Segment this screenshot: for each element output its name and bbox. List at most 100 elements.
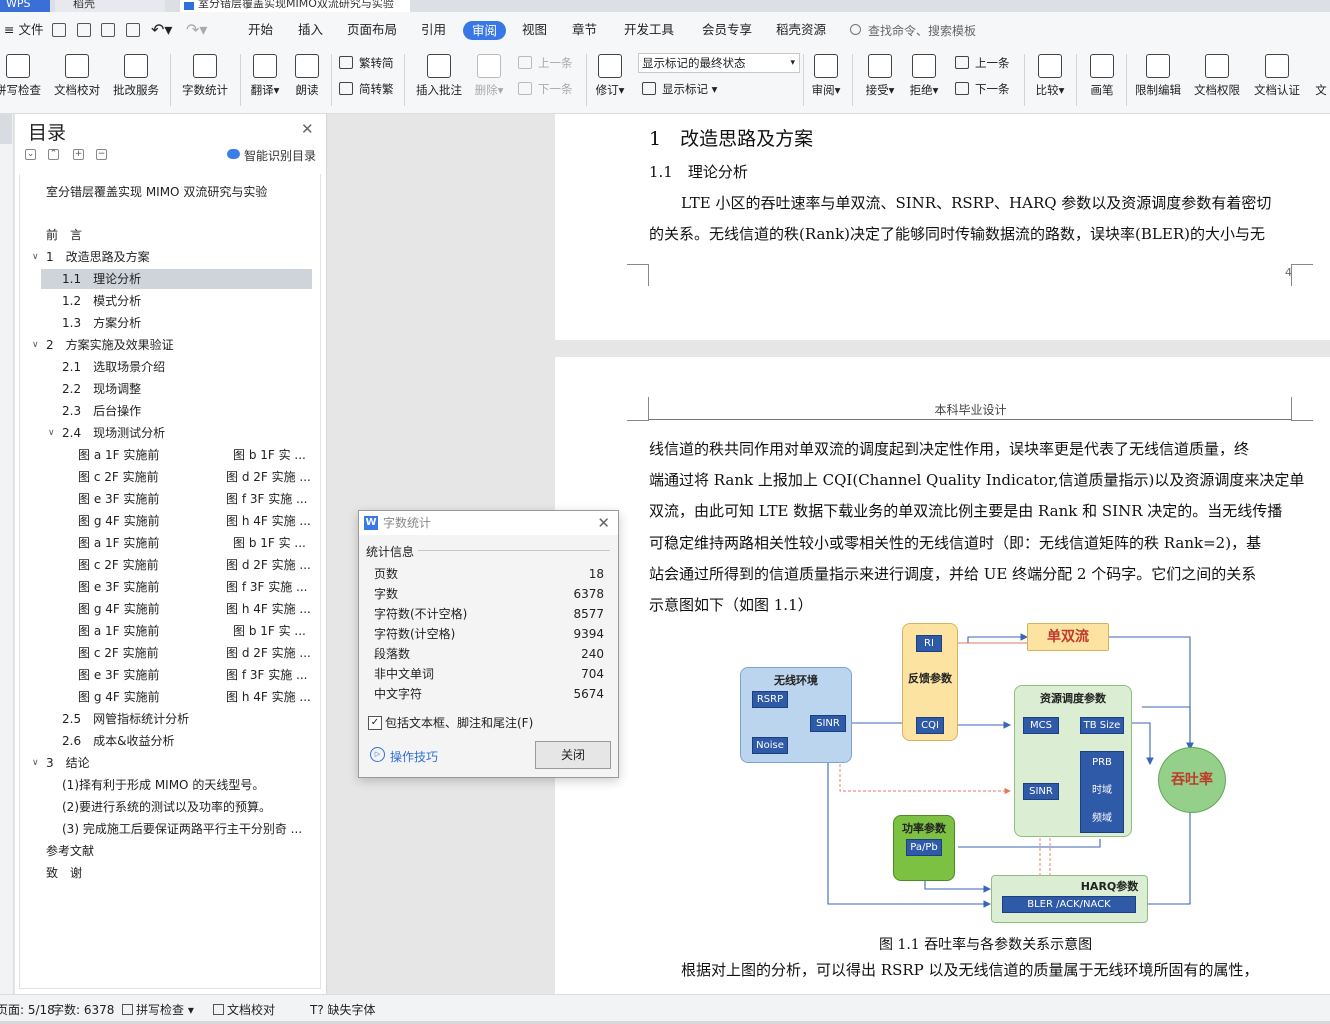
read-aloud-button[interactable]: 朗读 xyxy=(288,48,326,114)
tab-home[interactable]: 开始 xyxy=(248,12,273,48)
toc-item[interactable]: 1.3 方案分析 xyxy=(62,313,141,333)
spell-check-status[interactable]: 拼写检查 ▾ xyxy=(122,1001,194,1018)
close-button[interactable]: 关闭 xyxy=(535,741,611,769)
toc-item[interactable]: (3) 完成施工后要保证两路平行主干分别奇 ... xyxy=(62,819,302,839)
close-icon[interactable]: ✕ xyxy=(597,511,610,535)
toc-figure-item[interactable]: 图 e 3F 实施前 xyxy=(78,489,159,509)
word-count-dialog[interactable]: W 字数统计 ✕ 统计信息 页数 18 字数 6378 字符数(不计空格) 8577 字符数… xyxy=(358,510,619,778)
toc-figure-item[interactable]: 图 b 1F 实 ... xyxy=(233,445,306,465)
toc-figure-item[interactable]: 图 a 1F 实施前 xyxy=(78,533,159,553)
doc-more-button[interactable]: 文 xyxy=(1310,48,1330,114)
tab-references[interactable]: 引用 xyxy=(421,12,446,48)
toc-item[interactable]: 2.1 选取场景介绍 xyxy=(62,357,165,377)
tab-review[interactable]: 审阅 xyxy=(463,21,507,40)
toc-figure-item[interactable]: 图 d 2F 实施 ... xyxy=(226,643,311,663)
next-comment-button[interactable]: 下一条 xyxy=(518,81,573,97)
restrict-editing-button[interactable]: 限制编辑 xyxy=(1131,48,1185,114)
spell-check-button[interactable]: 拼写检查 xyxy=(0,48,42,114)
toc-item[interactable]: 2.3 后台操作 xyxy=(62,401,141,421)
tab-docer-resources[interactable]: 稻壳资源 xyxy=(776,12,826,48)
tab-view[interactable]: 视图 xyxy=(522,12,547,48)
chevron-down-icon[interactable]: ∨ xyxy=(48,423,55,443)
page-indicator[interactable]: 页面: 5/18 xyxy=(0,1001,55,1018)
remove-heading-icon[interactable]: − xyxy=(96,149,107,160)
add-heading-icon[interactable]: + xyxy=(73,149,84,160)
toc-figure-item[interactable]: 图 f 3F 实施 ... xyxy=(226,665,307,685)
toc-figure-item[interactable]: 图 b 1F 实 ... xyxy=(233,621,306,641)
track-changes-button[interactable]: 修订▾ xyxy=(591,48,629,114)
include-textboxes-checkbox[interactable]: 包括文本框、脚注和尾注(F) xyxy=(368,716,533,730)
toc-item[interactable]: 2.2 现场调整 xyxy=(62,379,141,399)
prev-comment-button[interactable]: 上一条 xyxy=(518,55,573,71)
tab-developer[interactable]: 开发工具 xyxy=(624,12,674,48)
toc-figure-item[interactable]: 图 c 2F 实施前 xyxy=(78,643,159,663)
chevron-down-icon[interactable]: ∨ xyxy=(32,335,39,355)
file-menu[interactable]: ≡ 文件 xyxy=(4,12,43,48)
grading-service-button[interactable]: 批改服务 xyxy=(108,48,164,114)
toc-item[interactable]: 前 言 xyxy=(46,225,82,245)
proofread-status[interactable]: 文档校对 xyxy=(213,1001,275,1018)
toc-figure-item[interactable]: 图 d 2F 实施 ... xyxy=(226,467,311,487)
review-pane-button[interactable]: 审阅▾ xyxy=(806,48,846,114)
tab-section[interactable]: 章节 xyxy=(572,12,597,48)
tab-insert[interactable]: 插入 xyxy=(298,12,323,48)
tab-layout[interactable]: 页面布局 xyxy=(347,12,397,48)
toc-item[interactable]: 1.2 模式分析 xyxy=(62,291,141,311)
toc-item[interactable]: ∨ 3 结论 xyxy=(32,753,90,773)
toc-item[interactable]: ∨ 1 改造思路及方案 xyxy=(32,247,150,267)
next-change-button[interactable]: 下一条 xyxy=(955,81,1010,97)
compare-button[interactable]: 比较▾ xyxy=(1030,48,1070,114)
toc-figure-item[interactable]: 图 c 2F 实施前 xyxy=(78,467,159,487)
smart-detect-toc-button[interactable]: 智能识别目录 xyxy=(227,147,316,164)
insert-comment-button[interactable]: 插入批注 xyxy=(412,48,466,114)
translate-button[interactable]: 翻译▾ xyxy=(246,48,284,114)
close-icon[interactable]: ✕ xyxy=(301,120,314,138)
ink-button[interactable]: 画笔 xyxy=(1082,48,1122,114)
toc-figure-item[interactable]: 图 a 1F 实施前 xyxy=(78,445,159,465)
delete-comment-button[interactable]: 删除▾ xyxy=(468,48,510,114)
document-page[interactable]: 本科毕业设计 线信道的秩共同作用对单双流的调度起到决定性作用，误块率更是代表了无… xyxy=(555,357,1330,994)
undo-icon[interactable]: ↶▾ xyxy=(151,12,172,48)
throughput-diagram[interactable]: 无线环境 RSRP Noise SINR 反馈参数 RI CQI 单双流 资源调… xyxy=(740,619,1230,923)
export-icon[interactable] xyxy=(77,23,91,37)
toc-item[interactable]: 参考文献 xyxy=(46,841,94,861)
document-page[interactable]: 1 改造思路及方案 1.1 理论分析 LTE 小区的吞吐速率与单双流、SINR、… xyxy=(555,114,1330,340)
toc-item[interactable]: (1)择有利于形成 MIMO 的天线型号。 xyxy=(62,775,264,795)
show-markup-button[interactable]: 显示标记 ▾ xyxy=(642,81,717,97)
toc-item[interactable]: ∨ 2.4 现场测试分析 xyxy=(48,423,165,443)
toc-item[interactable]: ∨ 2 方案实施及效果验证 xyxy=(32,335,174,355)
expand-up-icon[interactable]: ⌃ xyxy=(48,149,59,160)
dialog-title-bar[interactable]: W 字数统计 ✕ xyxy=(359,511,618,535)
toc-figure-item[interactable]: 图 g 4F 实施前 xyxy=(78,687,160,707)
docer-tab[interactable]: 稻壳 xyxy=(55,0,165,12)
toc-figure-item[interactable]: 图 b 1F 实 ... xyxy=(233,533,306,553)
chevron-down-icon[interactable]: ∨ xyxy=(32,247,39,267)
toc-tab-marker[interactable] xyxy=(0,114,12,144)
toc-doc-title[interactable]: 室分错层覆盖实现 MIMO 双流研究与实验 xyxy=(46,182,267,202)
document-tab[interactable]: 室分错层覆盖实现MIMO双流研究与实验 xyxy=(180,0,410,12)
print-preview-icon[interactable] xyxy=(126,23,140,37)
toc-figure-item[interactable]: 图 e 3F 实施前 xyxy=(78,577,159,597)
toc-item[interactable]: 2.6 成本&收益分析 xyxy=(62,731,174,751)
toc-figure-item[interactable]: 图 g 4F 实施前 xyxy=(78,599,160,619)
toc-figure-item[interactable]: 图 c 2F 实施前 xyxy=(78,555,159,575)
prev-change-button[interactable]: 上一条 xyxy=(955,55,1010,71)
doc-certify-button[interactable]: 文档认证 xyxy=(1249,48,1305,114)
tab-member[interactable]: 会员专享 xyxy=(702,12,752,48)
doc-permission-button[interactable]: 文档权限 xyxy=(1189,48,1245,114)
toc-figure-item[interactable]: 图 h 4F 实施 ... xyxy=(226,599,311,619)
toc-item-selected[interactable]: 1.1 理论分析 xyxy=(41,269,312,289)
accept-button[interactable]: 接受▾ xyxy=(860,48,900,114)
missing-font-status[interactable]: T? 缺失字体 xyxy=(310,1001,376,1018)
collapse-all-icon[interactable]: ⌄ xyxy=(25,149,36,160)
trad-to-simp-button[interactable]: 繁转简 xyxy=(339,55,394,71)
toc-item[interactable]: 致 谢 xyxy=(46,863,82,883)
reject-button[interactable]: 拒绝▾ xyxy=(904,48,944,114)
toc-figure-item[interactable]: 图 e 3F 实施前 xyxy=(78,665,159,685)
command-search[interactable]: 查找命令、搜索模板 xyxy=(850,24,976,38)
toc-item[interactable]: (2)要进行系统的测试以及功率的预算。 xyxy=(62,797,271,817)
doc-proofread-button[interactable]: 文档校对 xyxy=(50,48,104,114)
save-icon[interactable] xyxy=(52,23,66,37)
toc-item[interactable]: 2.5 网管指标统计分析 xyxy=(62,709,189,729)
word-count-button[interactable]: 字数统计 xyxy=(177,48,233,114)
